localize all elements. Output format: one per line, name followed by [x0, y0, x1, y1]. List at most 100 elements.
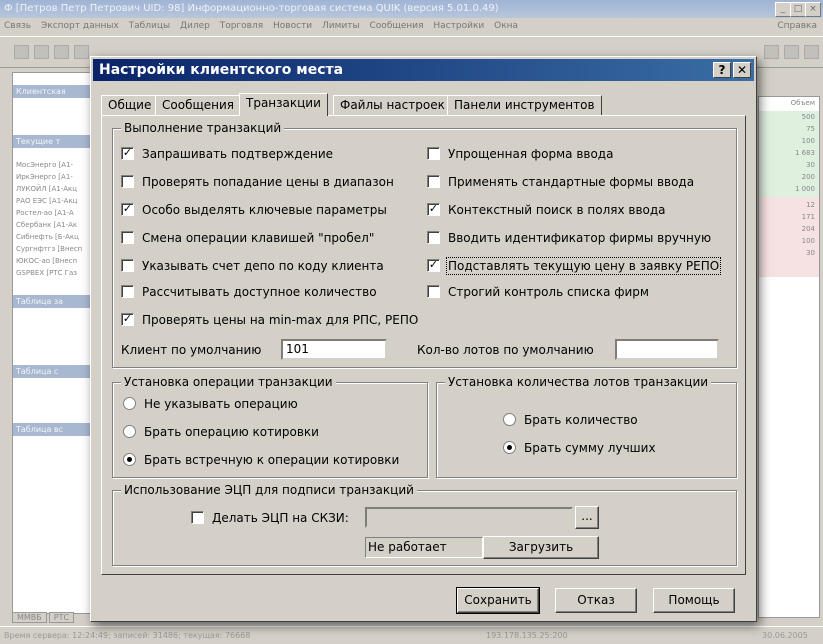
table-row[interactable]: РАО ЕЭС [А1-Акц: [16, 197, 77, 205]
skzi-path-input[interactable]: [365, 507, 573, 528]
radio-circle[interactable]: [123, 425, 136, 438]
lots-quantity-radio[interactable]: Брать количество: [503, 413, 638, 427]
lots-group-title: Установка количества лотов транзакции: [445, 375, 712, 389]
menu-item-help[interactable]: Справка: [777, 18, 817, 34]
radio-circle[interactable]: [503, 441, 516, 454]
settings-dialog: Настройки клиентского места ? ✕ Общие Со…: [90, 56, 757, 622]
menu-item[interactable]: Окна: [494, 21, 518, 31]
menu-item[interactable]: Дилер: [180, 21, 210, 31]
checkbox-box[interactable]: ✓: [121, 203, 134, 216]
menu-item[interactable]: Торговля: [220, 21, 263, 31]
table-row[interactable]: МосЭнерго [А1-: [16, 161, 73, 169]
table-row[interactable]: ЮКОС-ао [Внесп: [16, 257, 77, 265]
menu-item[interactable]: Настройки: [433, 21, 484, 31]
op-none-radio[interactable]: Не указывать операцию: [123, 397, 298, 411]
lots-best-sum-radio[interactable]: Брать сумму лучших: [503, 441, 656, 455]
default-client-input[interactable]: 101: [281, 339, 387, 360]
default-client-label: Клиент по умолчанию: [121, 343, 262, 357]
tab-toolbars[interactable]: Панели инструментов: [447, 95, 602, 115]
table-row[interactable]: Сбербанк [А1-Ак: [16, 221, 77, 229]
default-lots-input[interactable]: [615, 339, 719, 360]
checkbox-label: Проверять цены на min-max для РПС, РЕПО: [142, 313, 419, 327]
save-button[interactable]: Сохранить: [456, 587, 540, 614]
checkbox-box[interactable]: [427, 175, 440, 188]
toolbar-icon[interactable]: [34, 45, 49, 59]
simple-input-form-checkbox[interactable]: Упрощенная форма ввода: [427, 147, 613, 161]
strict-firm-list-checkbox[interactable]: Строгий контроль списка фирм: [427, 285, 649, 299]
checkbox-box[interactable]: [121, 285, 134, 298]
menu-item[interactable]: Новости: [273, 21, 312, 31]
app-close-icon[interactable]: ×: [805, 2, 821, 17]
table-row[interactable]: GSPBEX [РТС Газ: [16, 269, 77, 277]
depo-account-checkbox[interactable]: Указывать счет депо по коду клиента: [121, 259, 384, 273]
toolbar-icon[interactable]: [804, 45, 819, 59]
table-cell: 100: [801, 237, 815, 245]
minmax-check-checkbox[interactable]: ✓ Проверять цены на min-max для РПС, РЕПО: [121, 313, 418, 327]
radio-circle[interactable]: [123, 453, 136, 466]
toolbar-icon[interactable]: [14, 45, 29, 59]
toolbar-icon[interactable]: [54, 45, 69, 59]
confirm-checkbox[interactable]: ✓ Запрашивать подтверждение: [121, 147, 333, 161]
table-row[interactable]: Ростел-ао [А1-А: [16, 209, 74, 217]
radio-label: Брать операцию котировки: [144, 425, 319, 439]
table-cell: 12: [806, 201, 815, 209]
tab-micex[interactable]: ММВБ: [12, 612, 47, 623]
tab-rts[interactable]: РТС: [48, 612, 75, 623]
checkbox-box[interactable]: [191, 511, 204, 524]
tab-settings-files[interactable]: Файлы настроек: [333, 95, 452, 115]
table-row[interactable]: Сибнефть [Б-Акц: [16, 233, 79, 241]
checkbox-box[interactable]: [121, 259, 134, 272]
checkbox-box[interactable]: ✓: [121, 147, 134, 160]
op-quote-radio[interactable]: Брать операцию котировки: [123, 425, 319, 439]
calc-available-qty-checkbox[interactable]: Рассчитывать доступное количество: [121, 285, 377, 299]
checkbox-box[interactable]: [427, 231, 440, 244]
browse-button[interactable]: ...: [575, 506, 599, 529]
checkbox-label: Применять стандартные формы ввода: [448, 175, 695, 189]
menu-item[interactable]: Таблицы: [129, 21, 170, 31]
checkbox-box[interactable]: [121, 231, 134, 244]
repo-current-price-checkbox[interactable]: ✓ Подставлять текущую цену в заявку РЕПО: [427, 257, 722, 275]
operation-group-title: Установка операции транзакции: [121, 375, 336, 389]
radio-circle[interactable]: [123, 397, 136, 410]
highlight-key-params-checkbox[interactable]: ✓ Особо выделять ключевые параметры: [121, 203, 387, 217]
table-row[interactable]: ЛУКОЙЛ [А1-Акц: [16, 185, 77, 193]
checkbox-box[interactable]: [121, 175, 134, 188]
checkbox-box[interactable]: ✓: [427, 259, 440, 272]
context-search-checkbox[interactable]: ✓ Контекстный поиск в полях ввода: [427, 203, 666, 217]
toolbar-icon[interactable]: [784, 45, 799, 59]
toolbar-icon[interactable]: [74, 45, 89, 59]
menu-item[interactable]: Экспорт данных: [41, 21, 119, 31]
standard-forms-checkbox[interactable]: Применять стандартные формы ввода: [427, 175, 694, 189]
exec-group-title: Выполнение транзакций: [121, 121, 285, 135]
space-switch-op-checkbox[interactable]: Смена операции клавишей "пробел": [121, 231, 374, 245]
help-icon[interactable]: ?: [713, 62, 731, 78]
app-status-bar: Время сервера: 12:24:49; записей: 31486;…: [0, 626, 823, 644]
tab-transactions[interactable]: Транзакции: [239, 93, 328, 116]
load-button[interactable]: Загрузить: [483, 536, 599, 559]
checkbox-box[interactable]: [427, 285, 440, 298]
checkbox-box[interactable]: [427, 147, 440, 160]
menu-item[interactable]: Сообщения: [370, 21, 424, 31]
op-counter-radio[interactable]: Брать встречную к операции котировки: [123, 453, 399, 467]
sign-skzi-checkbox[interactable]: Делать ЭЦП на СКЗИ:: [191, 511, 349, 525]
toolbar-icon[interactable]: [764, 45, 779, 59]
app-minimize-icon[interactable]: _: [775, 2, 791, 17]
checkbox-box[interactable]: ✓: [427, 203, 440, 216]
manual-firm-id-checkbox[interactable]: Вводить идентификатор фирмы вручную: [427, 231, 711, 245]
close-icon[interactable]: ✕: [733, 62, 751, 78]
table-row[interactable]: ИркЭнерго [А1-: [16, 173, 73, 181]
menu-item[interactable]: Связь: [4, 21, 31, 31]
right-tables-panel: Объем 500 75 100 1 683 30 200 1 000 12 1…: [758, 96, 820, 618]
table-row[interactable]: Сургнфтгз [Внесп: [16, 245, 82, 253]
price-range-checkbox[interactable]: Проверять попадание цены в диапазон: [121, 175, 394, 189]
tab-general[interactable]: Общие: [101, 95, 159, 115]
cancel-button[interactable]: Отказ: [555, 588, 637, 613]
signature-status-text: Не работает: [365, 537, 483, 558]
checkbox-box[interactable]: ✓: [121, 313, 134, 326]
radio-circle[interactable]: [503, 413, 516, 426]
app-maximize-icon[interactable]: □: [790, 2, 806, 17]
menu-item[interactable]: Лимиты: [322, 21, 360, 31]
radio-label: Брать количество: [524, 413, 638, 427]
tab-messages[interactable]: Сообщения: [155, 95, 242, 115]
help-button[interactable]: Помощь: [653, 588, 735, 613]
